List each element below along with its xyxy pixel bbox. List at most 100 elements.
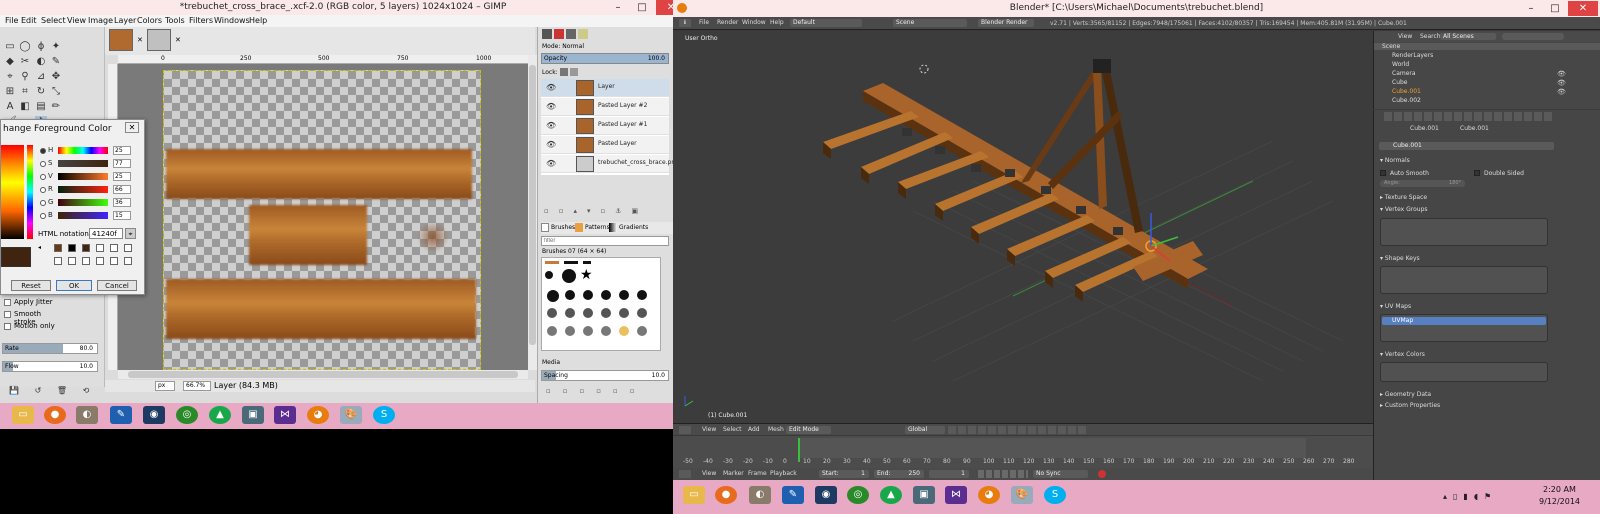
app-icon[interactable]: ▣ <box>242 406 264 424</box>
outliner-item-cube[interactable]: Cube <box>1392 79 1408 86</box>
vertex-groups-panel-header[interactable]: ▾ Vertex Groups <box>1380 206 1428 213</box>
outliner-item-scene[interactable]: Scene <box>1382 43 1400 50</box>
blend-icon[interactable]: ▤ <box>35 101 47 113</box>
foreground-select-icon[interactable]: ◐ <box>35 56 47 68</box>
vertical-scrollbar[interactable] <box>528 55 537 370</box>
outliner-item-cube-002[interactable]: Cube.002 <box>1392 97 1421 104</box>
color-picker-icon[interactable]: ⌖ <box>4 71 16 83</box>
menu-window[interactable]: Window <box>742 19 766 26</box>
brush-item[interactable] <box>583 261 591 264</box>
visibility-eye-icon[interactable]: 👁 <box>1557 70 1566 78</box>
app-icon[interactable]: ▲ <box>880 486 902 504</box>
layer-row[interactable]: 👁 Pasted Layer #1 <box>541 117 669 135</box>
crop-icon[interactable]: ⌗ <box>19 86 31 98</box>
red-value[interactable]: 66 <box>113 185 131 194</box>
blender-icon[interactable]: ◕ <box>307 406 329 424</box>
radio-icon[interactable] <box>40 213 46 219</box>
brush-item[interactable] <box>637 290 647 300</box>
brushes-tab-icon[interactable] <box>541 223 549 232</box>
menu-colors[interactable]: Colors <box>137 15 162 27</box>
app-icon[interactable]: ▲ <box>209 406 231 424</box>
visual-studio-icon[interactable]: ⋈ <box>945 486 967 504</box>
image-canvas[interactable] <box>118 64 528 370</box>
outliner-item-renderlayers[interactable]: RenderLayers <box>1392 52 1433 59</box>
zoom-select[interactable]: 66.7% <box>183 381 211 391</box>
smooth-stroke-option[interactable]: Smooth stroke <box>4 310 64 326</box>
outliner-item-world[interactable]: World <box>1392 61 1409 68</box>
firefox-icon[interactable]: ● <box>44 406 66 424</box>
hue-value[interactable]: 25 <box>113 146 131 155</box>
rect-select-icon[interactable]: ▭ <box>4 41 16 53</box>
brush-item[interactable] <box>601 308 611 318</box>
uv-map-row[interactable]: UVMap <box>1382 317 1546 325</box>
editor-type-icon[interactable]: ℹ <box>679 19 691 27</box>
channels-tab-icon[interactable] <box>554 29 564 39</box>
brush-item[interactable] <box>545 261 559 264</box>
layer-actions[interactable]: ▫▫▴▾▫⚓▣ <box>544 207 664 217</box>
tab-patterns[interactable]: Patterns <box>585 224 610 231</box>
menu-search[interactable]: Search <box>1420 33 1441 40</box>
outliner-item-cube-001[interactable]: Cube.001 <box>1392 88 1421 95</box>
brush-filter-input[interactable] <box>541 236 669 246</box>
end-frame-field[interactable]: End: 250 <box>874 470 924 478</box>
undo-tab-icon[interactable] <box>578 29 588 39</box>
menu-frame[interactable]: Frame <box>748 470 767 477</box>
brush-item[interactable] <box>545 271 553 279</box>
menu-tools[interactable]: Tools <box>165 15 185 27</box>
ok-button[interactable]: OK <box>56 280 92 291</box>
layout-select[interactable]: Default <box>790 19 862 27</box>
custom-properties-panel-header[interactable]: ▸ Custom Properties <box>1380 402 1440 409</box>
menu-layer[interactable]: Layer <box>114 15 136 27</box>
pencil-icon[interactable]: ✏ <box>50 101 62 113</box>
green-value[interactable]: 36 <box>113 198 131 207</box>
app-icon[interactable]: ◎ <box>176 406 198 424</box>
brush-item[interactable] <box>619 290 629 300</box>
eyedropper-icon[interactable]: ⌖ <box>125 228 136 239</box>
scene-select[interactable]: Scene <box>893 19 967 27</box>
scene-filter-select[interactable]: All Scenes <box>1440 33 1496 40</box>
menu-view[interactable]: View <box>702 470 716 477</box>
color-history-swatch[interactable] <box>110 244 118 252</box>
app-icon[interactable]: ✎ <box>110 406 132 424</box>
apply-jitter-option[interactable]: Apply Jitter <box>4 298 64 308</box>
rate-slider[interactable]: Rate 80.0 <box>2 343 98 354</box>
clock-date[interactable]: 9/12/2014 <box>1539 497 1580 506</box>
brush-item[interactable] <box>601 290 611 300</box>
unit-select[interactable]: px <box>155 381 175 391</box>
delete-options-icon[interactable]: 🗑 <box>56 385 68 397</box>
render-engine-select[interactable]: Blender Render <box>978 19 1034 27</box>
angle-field[interactable]: Angle: 180° <box>1380 180 1465 187</box>
gimp-icon[interactable]: ◐ <box>749 486 771 504</box>
menu-add[interactable]: Add <box>748 426 760 433</box>
mesh-name-field[interactable]: Cube.001 <box>1379 142 1554 150</box>
radio-icon[interactable] <box>40 200 46 206</box>
measure-icon[interactable]: ⊿ <box>35 71 47 83</box>
current-frame-field[interactable]: 1 <box>929 470 969 478</box>
checkbox-icon[interactable] <box>1474 170 1480 176</box>
brush-item[interactable] <box>637 326 647 336</box>
menu-file[interactable]: File <box>5 15 18 27</box>
vertex-colors-panel-header[interactable]: ▾ Vertex Colors <box>1380 351 1425 358</box>
tab-close-icon[interactable]: ✕ <box>137 36 143 44</box>
menu-help[interactable]: Help <box>770 19 784 26</box>
vertex-groups-list[interactable] <box>1380 218 1548 246</box>
record-icon[interactable] <box>1098 470 1106 478</box>
menu-edit[interactable]: Edit <box>21 15 37 27</box>
dialog-close-icon[interactable]: ✕ <box>125 122 139 133</box>
flow-slider[interactable]: Flow 10.0 <box>2 361 98 372</box>
checkbox-icon[interactable] <box>4 299 11 306</box>
skype-icon[interactable]: S <box>1044 486 1066 504</box>
playback-controls[interactable] <box>978 470 1028 478</box>
history-arrow-icon[interactable]: ◂ <box>38 244 44 251</box>
saturation-value[interactable]: 77 <box>113 159 131 168</box>
brush-item[interactable] <box>583 326 593 336</box>
motion-only-option[interactable]: Motion only <box>4 322 64 332</box>
menu-marker[interactable]: Marker <box>723 470 744 477</box>
color-history-swatch[interactable] <box>82 244 90 252</box>
timeline[interactable]: -50 -40 -30 -20 -10 0 10 20 30 40 50 60 70 80 90 100 110… <box>673 436 1373 468</box>
paths-tab-icon[interactable] <box>566 29 576 39</box>
tab-brushes[interactable]: Brushes <box>551 224 575 231</box>
color-history-swatch[interactable] <box>68 244 76 252</box>
paint-icon[interactable]: 🎨 <box>1011 486 1033 504</box>
save-options-icon[interactable]: 💾 <box>8 385 20 397</box>
